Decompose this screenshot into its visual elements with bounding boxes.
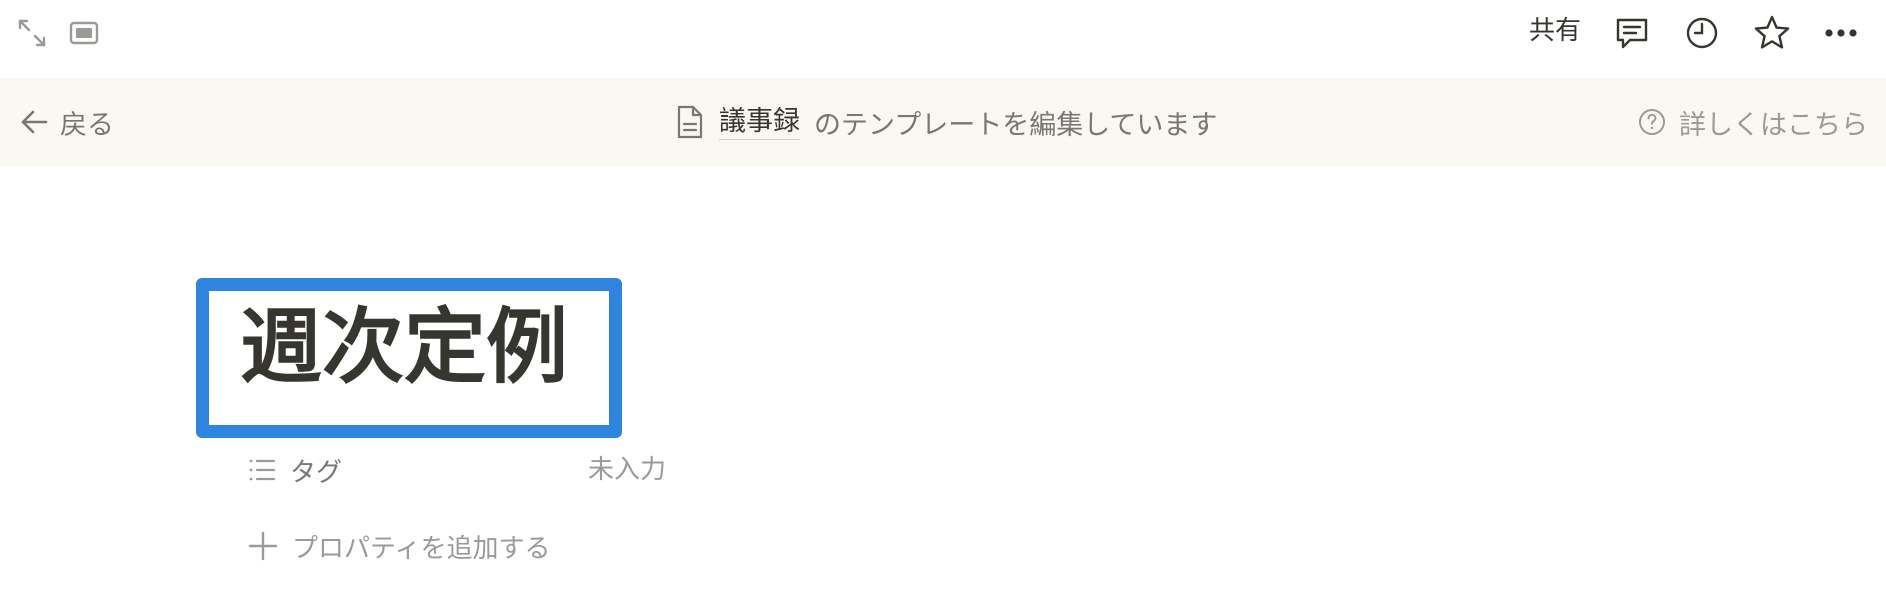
help-circle-icon — [1637, 107, 1667, 137]
template-database-link[interactable]: 議事録 — [719, 105, 800, 140]
back-button[interactable]: 戻る — [18, 102, 114, 142]
template-editing-banner: 戻る 議事録 のテンプレートを編集しています 詳しくはこちら — [0, 78, 1886, 166]
share-button[interactable]: 共有 — [1529, 13, 1593, 49]
plus-icon — [246, 529, 280, 563]
list-icon — [246, 454, 278, 486]
property-row-tag: タグ 未入力 — [246, 448, 766, 492]
top-bar: 共有 — [0, 0, 1886, 66]
clock-icon[interactable] — [1683, 14, 1721, 52]
comment-icon[interactable] — [1613, 14, 1651, 52]
property-label: タグ — [290, 457, 343, 488]
expand-icon[interactable] — [16, 17, 48, 49]
property-value-empty[interactable]: 未入力 — [588, 448, 666, 492]
add-property-button[interactable]: プロパティを追加する — [246, 524, 550, 568]
document-icon — [673, 104, 707, 140]
add-property-label: プロパティを追加する — [292, 533, 551, 564]
arrow-left-icon — [18, 106, 50, 138]
learn-more-link[interactable]: 詳しくはこちら — [1637, 102, 1868, 142]
learn-more-label: 詳しくはこちら — [1679, 109, 1868, 141]
more-icon[interactable] — [1822, 14, 1860, 52]
template-status: 議事録 のテンプレートを編集しています — [673, 102, 1217, 142]
back-label: 戻る — [60, 109, 114, 141]
peek-mode-icon[interactable] — [68, 17, 100, 49]
property-name-tag[interactable]: タグ — [246, 448, 342, 492]
page-title[interactable]: 週次定例 — [240, 298, 568, 398]
star-icon[interactable] — [1753, 14, 1791, 52]
editing-template-text: のテンプレートを編集しています — [814, 109, 1218, 141]
